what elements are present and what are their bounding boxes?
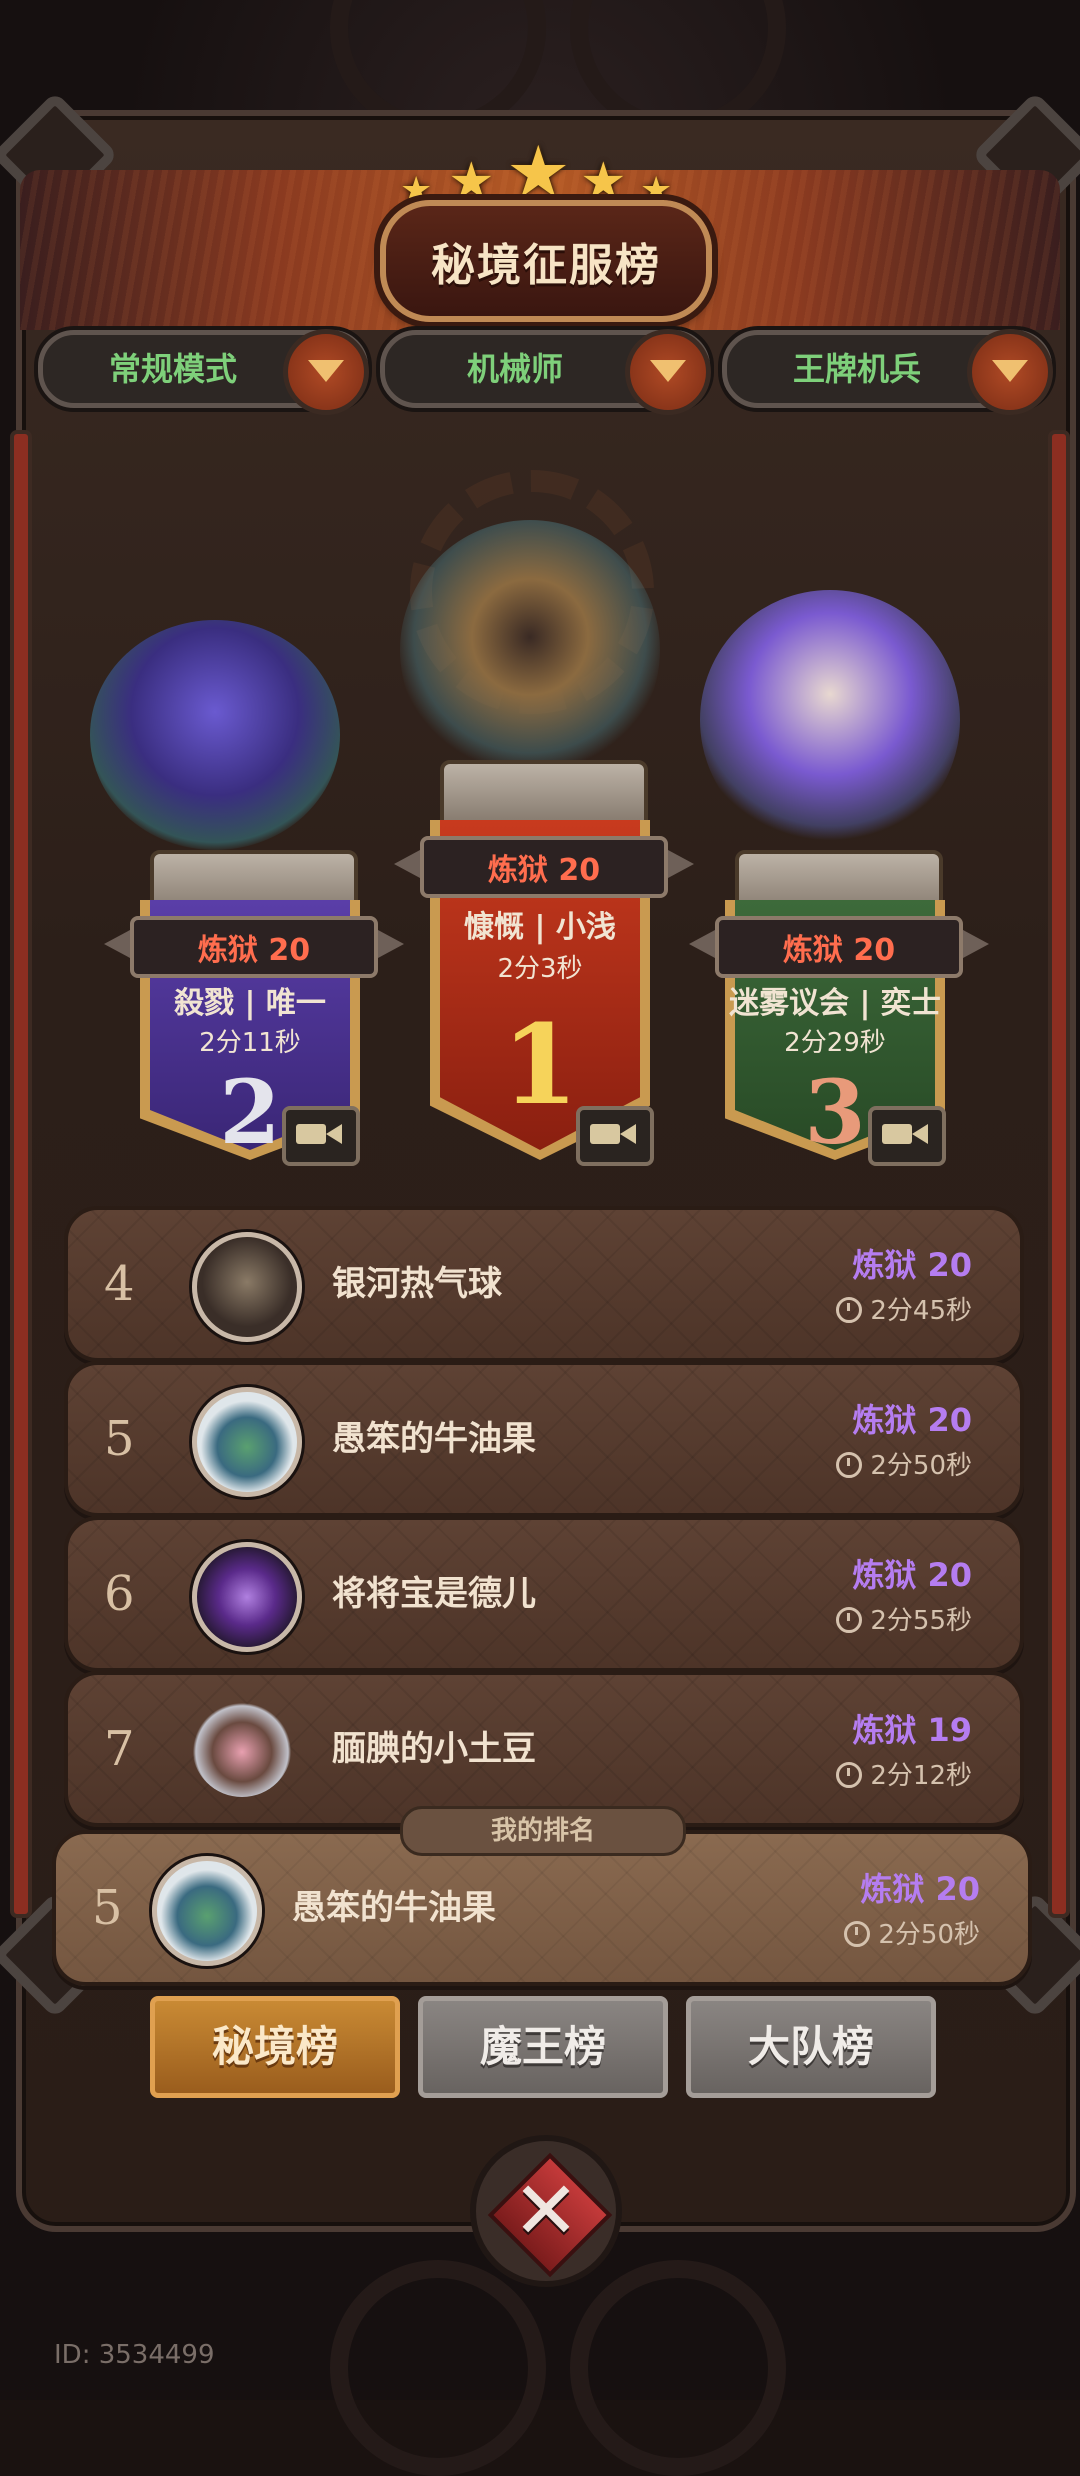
row-rank: 4 [104,1256,135,1312]
player-name: 愚笨的牛油果 [292,1888,496,1928]
chevron-down-icon[interactable] [625,329,711,415]
row-level: 炼狱 19 [852,1711,972,1749]
row-rank: 5 [104,1411,135,1467]
chevron-down-icon[interactable] [283,329,369,415]
row-rank: 5 [92,1880,123,1936]
role-filter-dropdown[interactable]: 王牌机兵 [722,329,1053,415]
row-level: 炼狱 20 [852,1556,972,1594]
row-time-value: 2分50秒 [870,1451,972,1481]
avatar [192,1232,302,1342]
filter-label: 常规模式 [108,350,237,388]
list-item[interactable]: 5 愚笨的牛油果 炼狱 20 2分50秒 [64,1361,1024,1517]
row-level: 炼狱 20 [860,1870,980,1908]
rank-3-replay-button[interactable] [868,1106,946,1166]
right-rail [1048,430,1070,1918]
class-filter-dropdown[interactable]: 机械师 [380,329,711,415]
row-time: 2分55秒 [836,1600,972,1637]
clock-icon [836,1607,863,1633]
player-name: 腼腆的小土豆 [332,1729,536,1769]
background-ornament [570,2260,786,2476]
rating-stars: ★ ★ ★ ★ ★ [400,130,680,214]
avatar [192,1542,302,1652]
rank-1-number: 1 [501,1000,579,1129]
player-name: 愚笨的牛油果 [332,1419,536,1459]
row-time: 2分50秒 [836,1445,972,1482]
player-name: 银河热气球 [332,1264,502,1304]
clock-icon [836,1452,863,1478]
tab-demon-king[interactable]: 魔王榜 [418,1996,668,2098]
row-time-value: 2分45秒 [870,1296,972,1326]
background-ornament [330,2260,546,2476]
rank-2-replay-button[interactable] [282,1106,360,1166]
character-art [400,520,660,780]
rank-3-names: 迷雾议会 | 奕士 [729,986,941,1021]
list-item[interactable]: 7 腼腆的小土豆 炼狱 19 2分12秒 [64,1671,1024,1827]
player-name: 将将宝是德儿 [332,1574,536,1614]
avatar [152,1856,262,1966]
list-item[interactable]: 4 银河热气球 炼狱 20 2分45秒 [64,1206,1024,1362]
rank-1-level: 炼狱 20 [394,836,694,898]
rank-3-time: 2分29秒 [784,1028,886,1058]
row-rank: 7 [104,1721,135,1777]
character-art [90,620,340,850]
page-title-plate: 秘境征服榜 [380,200,712,322]
row-time-value: 2分12秒 [870,1761,972,1791]
avatar [192,1387,302,1497]
character-art [700,590,960,850]
tab-secret-realm[interactable]: 秘境榜 [150,1996,400,2098]
rank-1-names: 慷慨 | 小浅 [464,910,616,945]
close-icon: ✕ [512,2164,580,2257]
page-title: 秘境征服榜 [431,240,661,291]
row-time: 2分45秒 [836,1290,972,1327]
clock-icon [836,1297,863,1323]
clock-icon [844,1921,871,1947]
row-rank: 6 [104,1566,135,1622]
tab-squad[interactable]: 大队榜 [686,1996,936,2098]
filter-label: 机械师 [466,350,563,388]
row-time: 2分50秒 [844,1914,980,1951]
filter-label: 王牌机兵 [792,350,921,388]
chevron-down-icon[interactable] [967,329,1053,415]
clock-icon [836,1762,863,1788]
rank-1-time: 2分3秒 [497,954,583,984]
row-time-value: 2分50秒 [878,1920,980,1950]
close-button[interactable]: ✕ [470,2135,622,2287]
row-level: 炼狱 20 [852,1401,972,1439]
avatar [192,1697,292,1797]
rank-3-level: 炼狱 20 [689,916,989,978]
my-rank-label: 我的排名 [400,1806,686,1856]
list-item[interactable]: 6 将将宝是德儿 炼狱 20 2分55秒 [64,1516,1024,1672]
rank-2-time: 2分11秒 [199,1028,301,1058]
row-level: 炼狱 20 [852,1246,972,1284]
rank-2-level: 炼狱 20 [104,916,404,978]
row-time: 2分12秒 [836,1755,972,1792]
mode-filter-dropdown[interactable]: 常规模式 [38,329,369,415]
left-rail [10,430,32,1918]
player-id: ID: 3534499 [54,2340,215,2370]
row-time-value: 2分55秒 [870,1606,972,1636]
rank-1-replay-button[interactable] [576,1106,654,1166]
rank-2-names: 殺戮 | 唯一 [174,986,326,1021]
